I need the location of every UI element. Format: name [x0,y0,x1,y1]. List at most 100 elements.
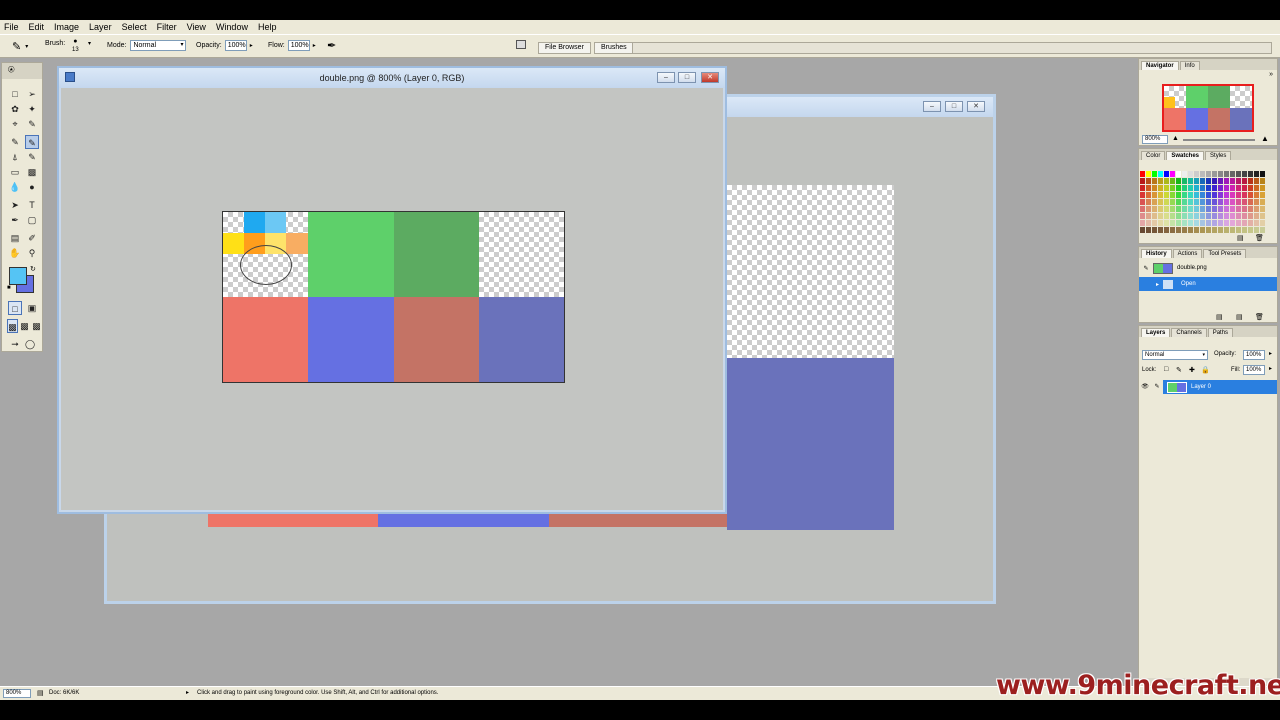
tab-tool-presets[interactable]: Tool Presets [1203,249,1247,258]
menu-select[interactable]: Select [122,22,147,32]
swatch-cell[interactable] [1254,199,1259,205]
swatch-cell[interactable] [1188,213,1193,219]
fill-field[interactable]: 100% [1243,365,1265,375]
chevron-down-icon[interactable]: ▾ [88,40,91,47]
swatch-cell[interactable] [1218,227,1223,233]
marquee-tool-icon[interactable]: □ [8,87,22,101]
swatch-cell[interactable] [1254,206,1259,212]
path-selection-tool-icon[interactable]: ➤ [8,198,22,212]
swatch-cell[interactable] [1164,220,1169,226]
menu-help[interactable]: Help [258,22,277,32]
menu-window[interactable]: Window [216,22,248,32]
swatch-cell[interactable] [1182,199,1187,205]
swatch-cell[interactable] [1140,206,1145,212]
swatch-cell[interactable] [1182,206,1187,212]
swatch-cell[interactable] [1170,192,1175,198]
swatch-cell[interactable] [1218,199,1223,205]
swatch-cell[interactable] [1224,171,1229,177]
swatch-cell[interactable] [1176,178,1181,184]
swatch-cell[interactable] [1242,178,1247,184]
swatch-cell[interactable] [1170,227,1175,233]
swatch-cell[interactable] [1176,185,1181,191]
new-swatch-icon[interactable]: ▤ [1237,234,1244,242]
swatch-cell[interactable] [1206,220,1211,226]
status-zoom-field[interactable]: 800% [3,689,31,698]
zoom-out-icon[interactable]: ▲ [1172,135,1179,142]
dodge-tool-icon[interactable]: ● [25,180,39,194]
swatch-cell[interactable] [1260,185,1265,191]
swatch-cell[interactable] [1260,178,1265,184]
swatch-cell[interactable] [1164,171,1169,177]
close-button[interactable]: ✕ [701,72,719,83]
swatch-cell[interactable] [1206,192,1211,198]
file-browser-tab[interactable]: File Browser [538,42,591,54]
blur-tool-icon[interactable]: 💧 [8,180,22,194]
swatch-cell[interactable] [1236,178,1241,184]
tab-actions[interactable]: Actions [1172,249,1203,258]
swatch-cell[interactable] [1158,199,1163,205]
shape-tool-icon[interactable]: ▢ [25,213,39,227]
screen-mode-full-menu-icon[interactable]: ▩ [19,319,30,333]
arrow-right-icon[interactable]: ▸ [313,42,316,49]
swatch-cell[interactable] [1146,206,1151,212]
close-button[interactable]: ✕ [967,101,985,112]
swatch-cell[interactable] [1146,185,1151,191]
menu-filter[interactable]: Filter [157,22,177,32]
magic-wand-tool-icon[interactable]: ✦ [25,102,39,116]
image-canvas[interactable] [222,211,565,383]
swatch-cell[interactable] [1170,206,1175,212]
swatch-cell[interactable] [1170,171,1175,177]
swatch-cell[interactable] [1182,192,1187,198]
arrow-right-icon[interactable]: ▸ [186,689,189,696]
swatch-cell[interactable] [1176,199,1181,205]
arrow-right-icon[interactable]: ▸ [1269,350,1272,357]
swatch-cell[interactable] [1248,192,1253,198]
arrow-right-icon[interactable]: ▸ [250,42,253,49]
swatch-cell[interactable] [1212,206,1217,212]
swatch-cell[interactable] [1236,199,1241,205]
history-brush-tool-icon[interactable]: ✎ [25,150,39,164]
swatch-cell[interactable] [1218,206,1223,212]
palette-well-toggle[interactable] [516,40,526,49]
minimize-button[interactable]: – [657,72,675,83]
swatch-cell[interactable] [1236,220,1241,226]
screen-mode-standard-icon[interactable]: ▩ [7,319,18,333]
swatch-cell[interactable] [1224,220,1229,226]
menu-edit[interactable]: Edit [29,22,45,32]
swatch-cell[interactable] [1200,227,1205,233]
menu-view[interactable]: View [187,22,206,32]
swatch-cell[interactable] [1200,206,1205,212]
layer-opacity-field[interactable]: 100% [1243,350,1265,360]
swatch-cell[interactable] [1158,171,1163,177]
swatch-cell[interactable] [1224,213,1229,219]
swatch-cell[interactable] [1254,213,1259,219]
arrow-right-icon[interactable]: ▸ [1269,365,1272,372]
swatch-cell[interactable] [1230,199,1235,205]
swatch-cell[interactable] [1200,199,1205,205]
notes-tool-icon[interactable]: ▤ [8,231,22,245]
palette-menu-arrow-icon[interactable]: » [1269,71,1273,78]
swatch-cell[interactable] [1224,227,1229,233]
swatch-cell[interactable] [1254,178,1259,184]
swatch-cell[interactable] [1212,227,1217,233]
brushes-tab[interactable]: Brushes [594,42,634,54]
swatch-cell[interactable] [1248,213,1253,219]
navigator-thumbnail[interactable] [1162,84,1254,132]
swatch-cell[interactable] [1254,171,1259,177]
menu-file[interactable]: File [4,22,19,32]
swatch-cell[interactable] [1260,227,1265,233]
swatch-cell[interactable] [1158,192,1163,198]
eye-visibility-icon[interactable]: 👁 [1139,380,1151,394]
swatch-cell[interactable] [1230,171,1235,177]
opacity-field[interactable]: 100% [224,40,247,51]
default-colors-icon[interactable]: ■ [7,285,11,291]
tab-navigator[interactable]: Navigator [1141,61,1179,70]
swatch-cell[interactable] [1182,220,1187,226]
move-tool-icon[interactable]: ➢ [25,87,39,101]
swatch-cell[interactable] [1140,227,1145,233]
swatch-cell[interactable] [1212,220,1217,226]
swatch-cell[interactable] [1230,220,1235,226]
swatch-cell[interactable] [1146,199,1151,205]
swatch-cell[interactable] [1170,213,1175,219]
tab-color[interactable]: Color [1141,151,1166,160]
